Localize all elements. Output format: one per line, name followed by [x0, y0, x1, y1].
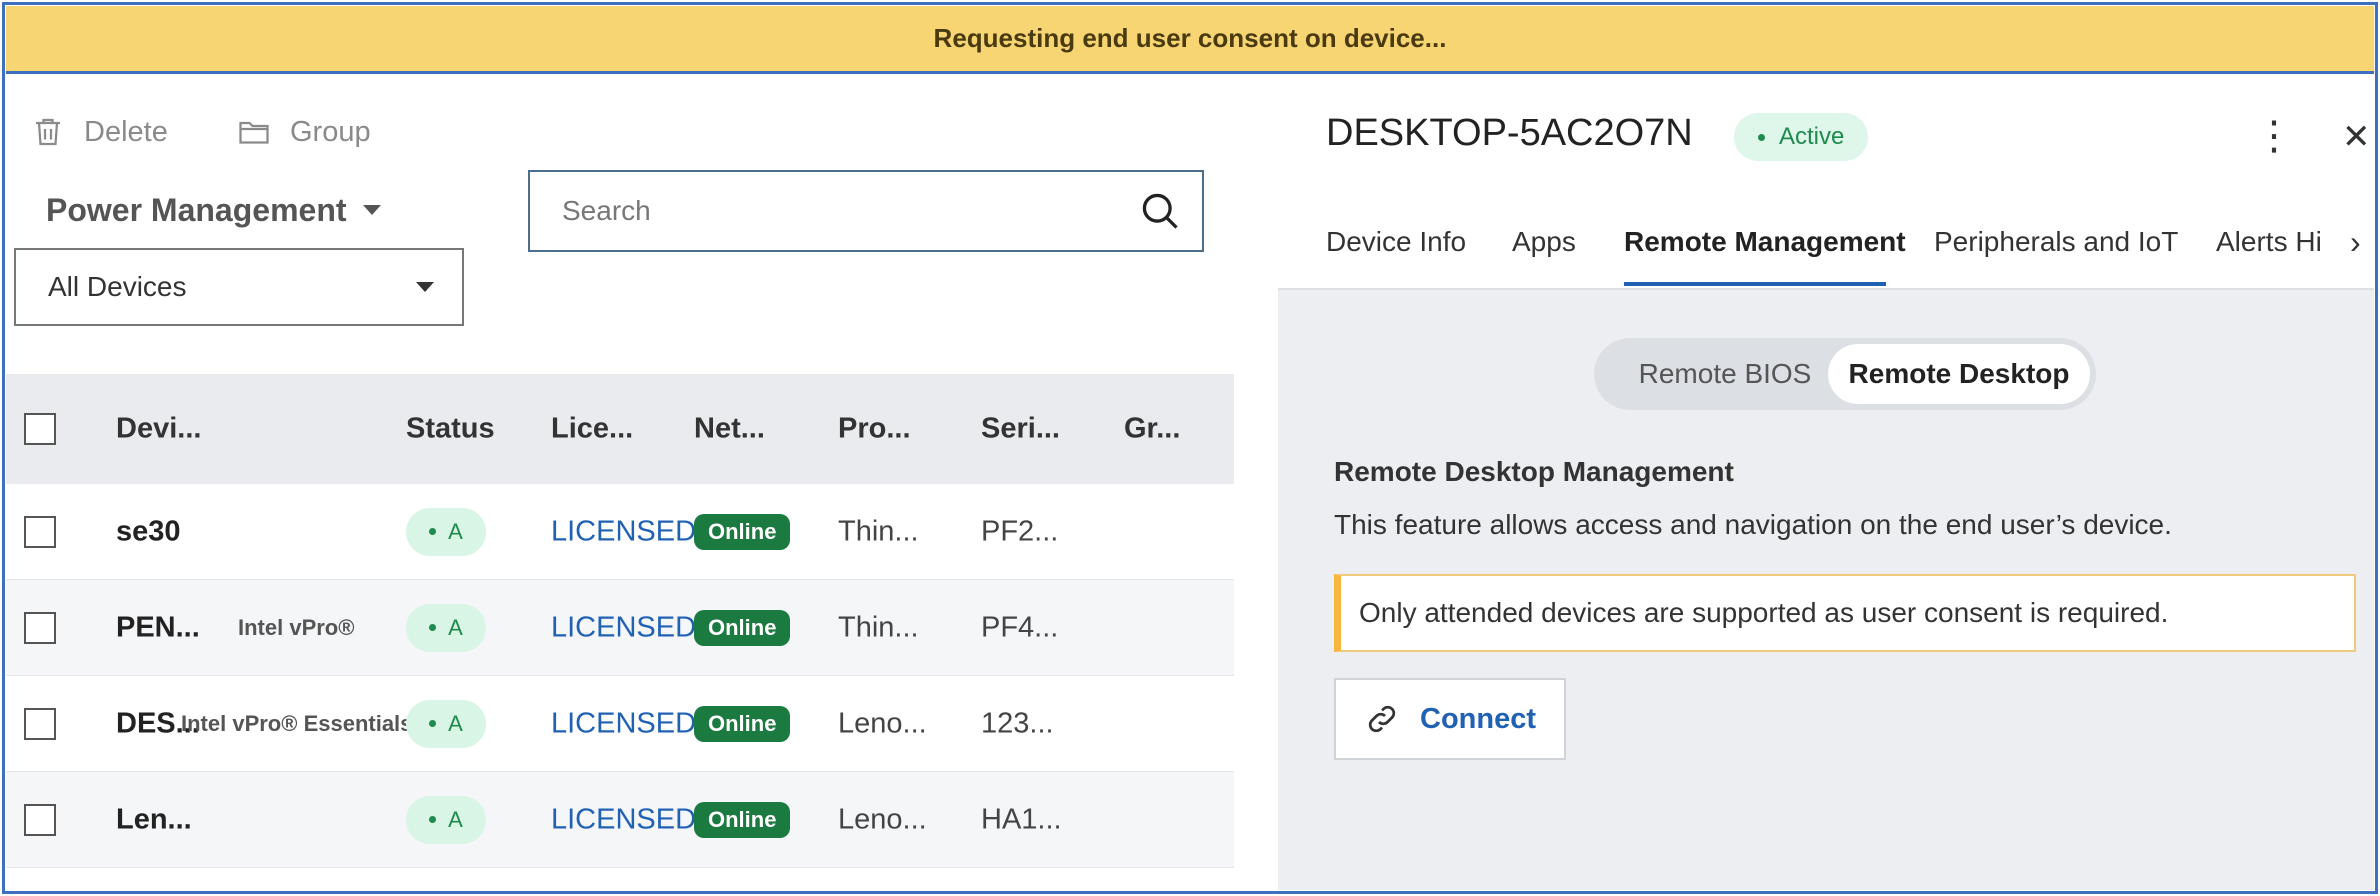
- column-header-device[interactable]: Devi...: [116, 413, 201, 446]
- active-tab-indicator: [1624, 282, 1886, 286]
- delete-button[interactable]: Delete: [30, 110, 168, 154]
- device-name[interactable]: PEN...: [116, 611, 200, 644]
- note-text: Only attended devices are supported as u…: [1359, 597, 2169, 628]
- device-name[interactable]: Len...: [116, 803, 192, 836]
- device-list-pane: Delete Group Power Management All Device…: [6, 76, 1278, 890]
- delete-label: Delete: [84, 115, 168, 148]
- column-header-serial[interactable]: Seri...: [981, 413, 1060, 446]
- group-label: Group: [290, 115, 371, 148]
- device-title: DESKTOP-5AC2O7N: [1326, 112, 1693, 154]
- column-header-license[interactable]: Lice...: [551, 413, 633, 446]
- table-row[interactable]: se30 A LICENSED Online Thin... PF2...: [6, 484, 1234, 580]
- group-button[interactable]: Group: [236, 110, 371, 154]
- folder-icon: [239, 121, 269, 144]
- table-header: Devi... Status Lice... Net... Pro... Ser…: [6, 374, 1234, 484]
- column-header-network[interactable]: Net...: [694, 413, 765, 446]
- status-text: Active: [1779, 123, 1845, 150]
- caret-down-icon: [362, 205, 381, 215]
- status-badge: A: [406, 699, 486, 748]
- license-link[interactable]: LICENSED: [551, 611, 696, 644]
- serial-cell: HA1...: [981, 803, 1062, 835]
- tab-apps[interactable]: Apps: [1512, 226, 1576, 258]
- section-title: Remote Desktop Management: [1334, 456, 1734, 487]
- table-row[interactable]: Len... A LICENSED Online Leno... HA1...: [6, 772, 1234, 868]
- status-dot-icon: [429, 624, 437, 631]
- search-input[interactable]: [562, 195, 1122, 227]
- connect-label: Connect: [1420, 702, 1536, 735]
- status-dot-icon: [429, 720, 437, 727]
- product-cell: Thin...: [838, 611, 919, 643]
- banner-text: Requesting end user consent on device...: [933, 23, 1447, 53]
- search-icon[interactable]: [1138, 189, 1182, 233]
- product-cell: Thin...: [838, 515, 919, 547]
- more-options-icon[interactable]: ⋮: [2254, 116, 2294, 156]
- link-icon: [1368, 705, 1396, 733]
- tab-alerts-history[interactable]: Alerts Hi: [2216, 226, 2326, 258]
- table-row[interactable]: PEN... Intel vPro® A LICENSED Online Thi…: [6, 580, 1234, 676]
- status-badge: Active: [1734, 113, 1869, 161]
- caret-down-icon: [416, 282, 434, 292]
- view-dropdown[interactable]: Power Management: [46, 188, 381, 232]
- network-badge: Online: [694, 801, 791, 838]
- remote-bios-option[interactable]: Remote BIOS: [1612, 344, 1838, 404]
- status-dot-icon: [429, 816, 437, 823]
- tab-peripherals-iot[interactable]: Peripherals and IoT: [1934, 226, 2178, 258]
- tab-remote-management[interactable]: Remote Management: [1624, 226, 1906, 258]
- serial-cell: 123...: [981, 707, 1054, 739]
- status-text: A: [448, 614, 463, 640]
- view-label: Power Management: [46, 191, 347, 228]
- device-filter-value: All Devices: [48, 271, 187, 302]
- status-text: A: [448, 806, 463, 832]
- status-badge: A: [406, 603, 486, 652]
- status-dot-icon: [429, 528, 437, 535]
- consent-note: Only attended devices are supported as u…: [1334, 574, 2356, 652]
- section-description: This feature allows access and navigatio…: [1334, 509, 2172, 540]
- select-all-checkbox[interactable]: [24, 413, 56, 445]
- remote-mode-toggle: Remote BIOS Remote Desktop: [1594, 338, 2096, 410]
- network-badge: Online: [694, 705, 791, 742]
- trash-icon: [36, 118, 60, 146]
- device-detail-pane: DESKTOP-5AC2O7N Active ⋮ ✕ Device Info A…: [1278, 76, 2374, 890]
- network-badge: Online: [694, 609, 791, 646]
- search-box: [528, 170, 1204, 252]
- column-header-status[interactable]: Status: [406, 413, 495, 446]
- detail-header: DESKTOP-5AC2O7N Active ⋮ ✕ Device Info A…: [1278, 76, 2374, 290]
- table-row[interactable]: DES... Intel vPro® Essentials A LICENSED…: [6, 676, 1234, 772]
- close-icon[interactable]: ✕: [2342, 120, 2371, 154]
- row-checkbox[interactable]: [24, 611, 56, 644]
- product-cell: Leno...: [838, 803, 927, 835]
- consent-banner: Requesting end user consent on device...: [6, 6, 2374, 74]
- chevron-right-icon[interactable]: ›: [2350, 224, 2361, 261]
- row-checkbox[interactable]: [24, 515, 56, 548]
- remote-desktop-option[interactable]: Remote Desktop: [1828, 344, 2090, 404]
- status-badge: A: [406, 507, 486, 556]
- serial-cell: PF4...: [981, 611, 1059, 643]
- status-text: A: [448, 710, 463, 736]
- row-checkbox[interactable]: [24, 707, 56, 740]
- status-badge: A: [406, 795, 486, 844]
- row-checkbox[interactable]: [24, 803, 56, 836]
- column-header-group[interactable]: Gr...: [1124, 413, 1180, 446]
- device-name[interactable]: se30: [116, 515, 181, 548]
- vpro-tag: Intel vPro® Essentials: [181, 710, 409, 736]
- status-text: A: [448, 518, 463, 544]
- vpro-tag: Intel vPro®: [238, 614, 355, 640]
- serial-cell: PF2...: [981, 515, 1059, 547]
- license-link[interactable]: LICENSED: [551, 707, 696, 740]
- status-dot-icon: [1758, 133, 1765, 141]
- column-header-product[interactable]: Pro...: [838, 413, 911, 446]
- connect-button[interactable]: Connect: [1334, 678, 1566, 760]
- tab-device-info[interactable]: Device Info: [1326, 226, 1466, 258]
- license-link[interactable]: LICENSED: [551, 515, 696, 548]
- license-link[interactable]: LICENSED: [551, 803, 696, 836]
- device-filter-select[interactable]: All Devices: [14, 248, 464, 326]
- network-badge: Online: [694, 513, 791, 550]
- device-table: Devi... Status Lice... Net... Pro... Ser…: [6, 374, 1234, 868]
- product-cell: Leno...: [838, 707, 927, 739]
